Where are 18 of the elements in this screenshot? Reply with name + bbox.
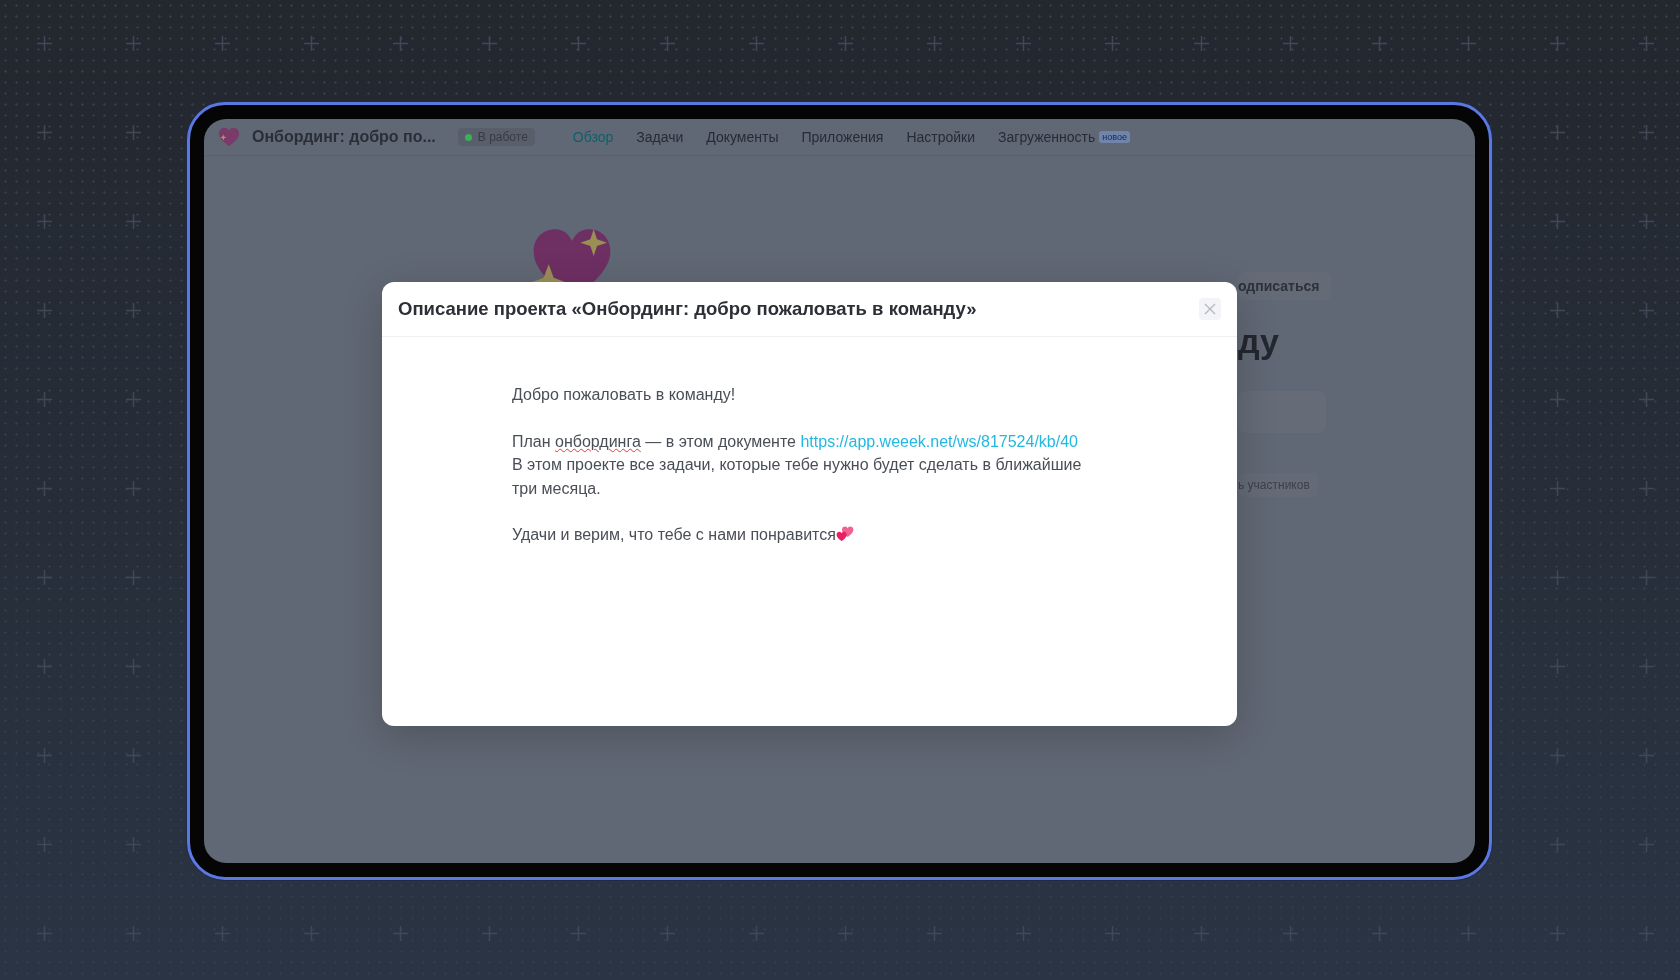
- close-button[interactable]: [1199, 298, 1221, 320]
- close-icon: [1203, 302, 1217, 316]
- description-paragraph: Удачи и верим, что тебе с нами понравится: [512, 523, 1087, 547]
- nav-tab[interactable]: Загруженность новое: [998, 129, 1130, 145]
- nav-tab[interactable]: Задачи: [636, 129, 684, 145]
- project-heading: ду: [1238, 322, 1279, 361]
- heart-icon: [218, 127, 240, 147]
- nav-tab[interactable]: Документы: [706, 129, 779, 145]
- description-paragraph: Добро пожаловать в команду!: [512, 385, 737, 405]
- document-link[interactable]: https://app.weeek.net/ws/817524/kb/40: [800, 432, 1078, 450]
- nav-tab[interactable]: Обзор: [572, 129, 614, 145]
- new-badge: новое: [1099, 131, 1130, 143]
- dialog-title: Описание проекта «Онбординг: добро пожаловать в команду»: [398, 298, 977, 320]
- description-paragraph: План онбординга — в этом документе https://app.weeek.net/ws/817524/kb/40 В этом проекте все задачи, которые тебе нужно будет сделать в ближайшие три месяца.: [512, 431, 1083, 499]
- nav-tab[interactable]: Приложения: [801, 129, 884, 145]
- nav-tab[interactable]: Настройки: [906, 129, 976, 145]
- project-title: Онбординг: добро по...: [252, 128, 436, 146]
- two-hearts-icon: [835, 526, 854, 542]
